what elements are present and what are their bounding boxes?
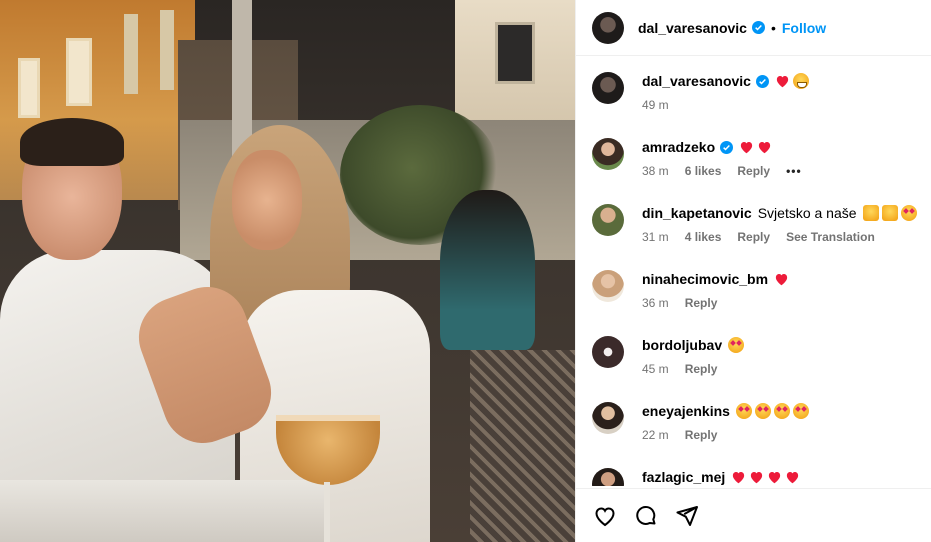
comment-meta: 22 m Reply	[642, 428, 733, 442]
star-struck-emoji-icon	[754, 403, 771, 419]
table	[0, 480, 330, 542]
paper-plane-icon[interactable]	[674, 503, 700, 529]
more-options-button[interactable]: •••	[786, 164, 802, 178]
comment-time: 22 m	[642, 428, 669, 442]
post-photo[interactable]	[0, 0, 575, 542]
post-actions-bar	[576, 488, 931, 542]
red-heart-emoji-icon	[733, 472, 745, 484]
comment-meta: 38 m 6 likes Reply •••	[642, 164, 818, 178]
comment-likes[interactable]: 4 likes	[685, 230, 722, 244]
red-heart-emoji-icon	[751, 472, 763, 484]
follow-button[interactable]: Follow	[782, 20, 826, 36]
avatar[interactable]	[592, 270, 624, 302]
star-struck-emoji-icon	[900, 205, 917, 221]
red-heart-emoji-icon	[741, 142, 753, 154]
star-struck-emoji-icon	[728, 337, 745, 353]
reply-button[interactable]: Reply	[737, 230, 770, 244]
comment-handle[interactable]: din_kapetanovic	[642, 205, 752, 221]
separator-dot: •	[770, 19, 776, 36]
comment-item: ninahecimovic_bm 36 m Reply	[592, 254, 922, 314]
post-header: dal_varesanovic • Follow	[576, 0, 931, 56]
window	[66, 38, 92, 106]
post-side-panel: dal_varesanovic • Follow dal_varesanovic…	[575, 0, 931, 542]
comment-handle[interactable]: dal_varesanovic	[642, 73, 751, 89]
comment-handle[interactable]: ninahecimovic_bm	[642, 271, 768, 287]
comment-meta: 49 m	[642, 98, 685, 112]
avatar[interactable]	[592, 11, 624, 44]
verified-badge-icon	[751, 21, 765, 34]
comment-item: din_kapetanovic Svjetsko a naše 31 m 4 l…	[592, 188, 922, 248]
comment-text: Svjetsko a naše	[757, 205, 857, 221]
comment-handle[interactable]: bordoljubav	[642, 337, 722, 353]
red-heart-emoji-icon	[787, 472, 799, 484]
window	[18, 58, 40, 118]
wicker-chair	[470, 350, 575, 542]
reply-button[interactable]: Reply	[737, 164, 770, 178]
comment-item: amradzeko 38 m 6 likes Reply •••	[592, 122, 922, 182]
window-shutter	[124, 14, 138, 94]
avatar[interactable]	[592, 72, 624, 104]
comment-handle[interactable]: fazlagic_mej	[642, 469, 725, 485]
comment-item: dal_varesanovic 49 m	[592, 56, 922, 116]
comment-meta: 36 m Reply	[642, 296, 733, 310]
reply-button[interactable]: Reply	[685, 296, 718, 310]
see-translation-button[interactable]: See Translation	[786, 230, 875, 244]
raising-hands-emoji-icon	[881, 205, 898, 221]
reply-button[interactable]: Reply	[685, 428, 718, 442]
window-shutter	[160, 10, 174, 90]
star-struck-emoji-icon	[792, 403, 809, 419]
avatar[interactable]	[592, 468, 624, 486]
star-struck-emoji-icon	[773, 403, 790, 419]
red-heart-emoji-icon	[776, 76, 789, 88]
comment-item: eneyajenkins 22 m Reply	[592, 386, 922, 446]
comment-likes[interactable]: 6 likes	[685, 164, 722, 178]
verified-badge-icon	[720, 140, 734, 154]
star-struck-emoji-icon	[735, 403, 752, 419]
red-heart-emoji-icon	[759, 142, 771, 154]
avatar[interactable]	[592, 138, 624, 170]
glass-stem	[324, 482, 330, 542]
comment-meta: 31 m 4 likes Reply See Translation	[642, 230, 891, 244]
raising-hands-emoji-icon	[862, 205, 879, 221]
red-heart-emoji-icon	[769, 472, 781, 484]
window	[495, 22, 535, 84]
comments-list[interactable]: dal_varesanovic 49 m amradzeko 38 m 6 li…	[576, 56, 931, 486]
comment-handle[interactable]: eneyajenkins	[642, 403, 730, 419]
comment-time: 36 m	[642, 296, 669, 310]
grinning-face-emoji-icon	[792, 73, 809, 89]
comment-meta: 45 m Reply	[642, 362, 733, 376]
background-person	[440, 190, 535, 350]
verified-badge-icon	[755, 74, 769, 88]
comment-bubble-icon[interactable]	[633, 503, 659, 529]
comment-time: 45 m	[642, 362, 669, 376]
heart-outline-icon[interactable]	[592, 503, 618, 529]
comment-item: bordoljubav 45 m Reply	[592, 320, 922, 380]
avatar[interactable]	[592, 204, 624, 236]
owner-handle[interactable]: dal_varesanovic	[638, 20, 747, 36]
comment-time: 31 m	[642, 230, 669, 244]
comment-time: 49 m	[642, 98, 669, 112]
comment-item: fazlagic_mej	[592, 452, 922, 486]
comment-handle[interactable]: amradzeko	[642, 139, 715, 155]
comment-time: 38 m	[642, 164, 669, 178]
woman-face	[232, 150, 302, 250]
avatar[interactable]	[592, 402, 624, 434]
reply-button[interactable]: Reply	[685, 362, 718, 376]
red-heart-emoji-icon	[775, 274, 788, 286]
man-hair	[20, 118, 124, 166]
avatar[interactable]	[592, 336, 624, 368]
